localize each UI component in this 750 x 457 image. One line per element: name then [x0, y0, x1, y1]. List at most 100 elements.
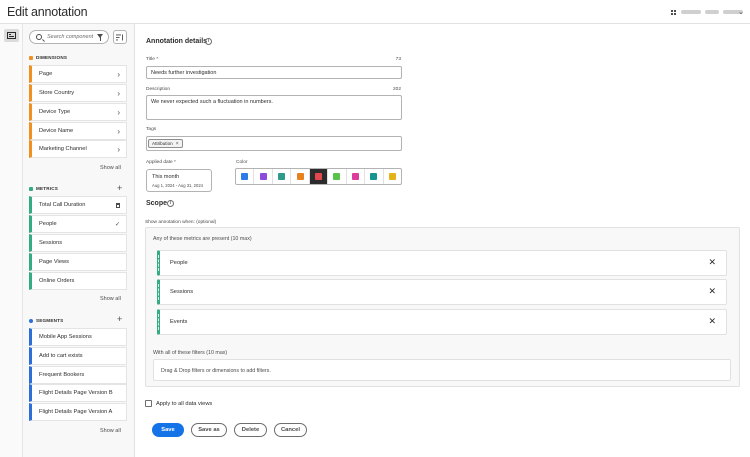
dimension-item[interactable]: Page ›: [29, 65, 127, 83]
segments-show-all-link[interactable]: Show all: [100, 428, 121, 434]
trash-icon[interactable]: [116, 203, 120, 208]
sort-icon: [116, 34, 123, 40]
search-placeholder: Search component: [47, 34, 94, 40]
tags-input[interactable]: [146, 136, 402, 151]
chevron-right-icon: ›: [117, 145, 120, 154]
save-button[interactable]: Save: [152, 423, 184, 437]
chevron-right-icon: ›: [117, 108, 120, 117]
color-swatch[interactable]: [328, 169, 347, 184]
drag-handle[interactable]: [158, 314, 159, 330]
page-title: Edit annotation: [7, 5, 88, 19]
scope-metric-card[interactable]: Events ✕: [157, 309, 727, 335]
info-icon[interactable]: i: [205, 38, 212, 45]
account-menu[interactable]: [681, 10, 743, 14]
metric-icon: [29, 186, 33, 191]
metric-item[interactable]: Online Orders: [29, 272, 127, 290]
segments-section-header: SEGMENTS: [29, 318, 63, 323]
close-icon[interactable]: ✕: [708, 316, 716, 327]
item-label: Device Type: [39, 109, 71, 115]
close-icon[interactable]: ✕: [708, 257, 716, 268]
dimension-item[interactable]: Store Country ›: [29, 84, 127, 102]
color-swatch[interactable]: [291, 169, 310, 184]
app-switcher-icon[interactable]: [671, 10, 676, 15]
item-label: Mobile App Sessions: [39, 334, 92, 340]
cancel-button[interactable]: Cancel: [274, 423, 307, 437]
description-char-count: 202: [392, 87, 401, 92]
item-label: Store Country: [39, 90, 75, 96]
color-picker: [235, 168, 402, 185]
dimension-item[interactable]: Marketing Channel ›: [29, 140, 127, 158]
item-label: Device Name: [39, 128, 74, 134]
color-swatch[interactable]: [254, 169, 273, 184]
add-segment-icon[interactable]: +: [117, 315, 122, 324]
annotation-details-heading: Annotation details: [146, 38, 208, 45]
date-range-picker[interactable]: This month Aug 1, 2024 - Aug 31, 2024: [146, 169, 212, 192]
scope-metric-card[interactable]: People ✕: [157, 250, 727, 276]
filters-drop-zone[interactable]: Drag & Drop filters or dimensions to add…: [153, 359, 731, 381]
components-panel-icon[interactable]: [4, 29, 19, 42]
item-label: Flight Details Page Version B: [39, 390, 113, 396]
dimension-item[interactable]: Device Type ›: [29, 103, 127, 121]
segment-item[interactable]: Flight Details Page Version B: [29, 384, 127, 402]
color-label: Color: [236, 160, 248, 165]
title-input[interactable]: Needs further investigation: [146, 66, 402, 79]
item-label: Online Orders: [39, 278, 75, 284]
scope-heading: Scope: [146, 200, 168, 207]
dimension-item[interactable]: Device Name ›: [29, 122, 127, 140]
metric-item[interactable]: Page Views: [29, 253, 127, 271]
item-label: Page: [39, 71, 53, 77]
dimensions-show-all-link[interactable]: Show all: [100, 165, 121, 171]
scope-metric-name: Events: [170, 319, 188, 325]
description-label: Description: [146, 87, 170, 92]
color-swatch[interactable]: [365, 169, 384, 184]
info-icon[interactable]: i: [167, 200, 174, 207]
section-title: METRICS: [36, 186, 59, 191]
sort-button[interactable]: [113, 30, 127, 44]
search-icon: [36, 34, 42, 40]
metric-item[interactable]: People ✓: [29, 215, 127, 233]
color-swatch[interactable]: [236, 169, 255, 184]
chevron-down-icon[interactable]: ⌄: [738, 8, 744, 16]
applied-date-label: Applied date *: [146, 160, 176, 165]
filter-icon[interactable]: [97, 34, 103, 41]
metrics-show-all-link[interactable]: Show all: [100, 296, 121, 302]
left-rail: [0, 24, 23, 457]
title-char-count: 73: [395, 57, 401, 62]
item-label: Total Call Duration: [39, 202, 86, 208]
close-icon[interactable]: ✕: [708, 286, 716, 297]
section-title: SEGMENTS: [36, 318, 64, 323]
metric-item[interactable]: Sessions: [29, 234, 127, 252]
color-swatch[interactable]: [273, 169, 292, 184]
color-swatch[interactable]: [309, 169, 329, 184]
save-as-button[interactable]: Save as: [191, 423, 227, 437]
item-label: People: [39, 221, 57, 227]
color-swatch[interactable]: [347, 169, 366, 184]
apply-all-label: Apply to all data views: [156, 401, 213, 407]
color-chip: [314, 173, 322, 180]
required-asterisk: *: [156, 57, 159, 62]
search-input[interactable]: Search component: [29, 30, 109, 44]
drag-handle[interactable]: [158, 255, 159, 271]
chevron-right-icon: ›: [117, 70, 120, 79]
apply-all-checkbox[interactable]: [145, 400, 152, 407]
segment-item[interactable]: Add to cart exists: [29, 347, 127, 365]
remove-tag-icon[interactable]: ×: [176, 141, 179, 147]
segment-icon: [29, 318, 33, 323]
color-chip: [296, 173, 304, 180]
title-label-text: Title: [146, 57, 155, 62]
segment-item[interactable]: Flight Details Page Version A: [29, 403, 127, 421]
scope-metric-card[interactable]: Sessions ✕: [157, 279, 727, 305]
segment-item[interactable]: Mobile App Sessions: [29, 328, 127, 346]
color-swatch[interactable]: [384, 169, 401, 184]
item-label: Sessions: [39, 240, 63, 246]
drag-handle[interactable]: [158, 284, 159, 300]
add-metric-icon[interactable]: +: [117, 184, 122, 193]
segment-item[interactable]: Frequent Bookers: [29, 366, 127, 384]
item-label: Add to cart exists: [39, 353, 83, 359]
drop-zone-text: Drag & Drop filters or dimensions to add…: [161, 368, 271, 374]
metric-item[interactable]: Total Call Duration: [29, 196, 127, 214]
delete-button[interactable]: Delete: [234, 423, 267, 437]
description-textarea[interactable]: We never expected such a fluctuation in …: [146, 95, 402, 120]
tag-chip[interactable]: Attribution ×: [148, 139, 183, 148]
date-preset: This month: [152, 174, 180, 180]
